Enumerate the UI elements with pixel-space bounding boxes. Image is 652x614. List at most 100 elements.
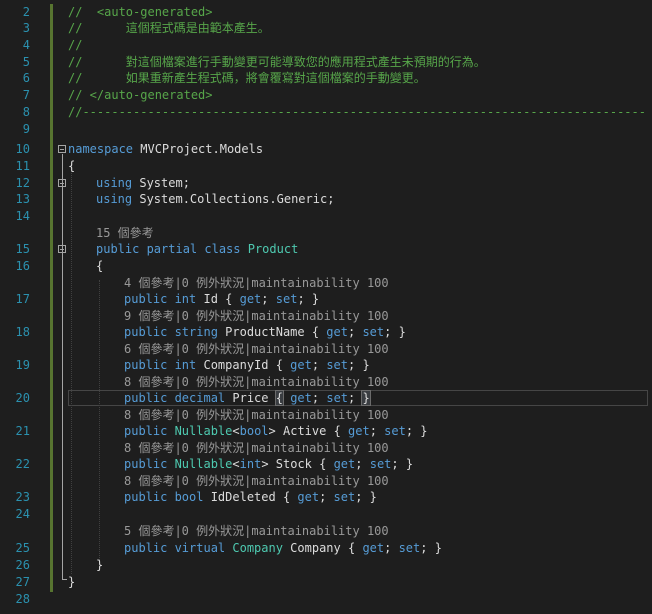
code-line[interactable]: public Nullable<int> Stock { get; set; } [124, 456, 413, 472]
code-text: { [68, 159, 76, 173]
code-line[interactable]: // 如果重新產生程式碼，將會覆寫對這個檔案的手動變更。 [68, 70, 426, 86]
code-text: ; [369, 424, 385, 438]
code-line[interactable]: public bool IdDeleted { get; set; } [124, 489, 377, 505]
code-line[interactable]: { [96, 258, 103, 274]
code-text: ; } [297, 292, 320, 306]
code-text: } [96, 558, 104, 572]
codelens-iddeleted[interactable]: 8 個參考|0 例外狀況|maintainability 100 [124, 473, 389, 489]
code-text: ; [311, 358, 327, 372]
codelens-stock[interactable]: 8 個參考|0 例外狀況|maintainability 100 [124, 440, 389, 456]
code-line[interactable]: } [96, 557, 103, 573]
keyword: public virtual [124, 541, 226, 555]
collapse-namespace-icon[interactable] [58, 145, 66, 153]
code-line[interactable]: { [68, 158, 75, 174]
comment-text: // [68, 38, 83, 52]
code-line[interactable]: } [68, 574, 75, 590]
comment-text: // 如果重新產生程式碼，將會覆寫對這個檔案的手動變更。 [68, 71, 426, 85]
code-line[interactable]: public int Id { get; set; } [124, 291, 319, 307]
code-text: ; } [355, 490, 377, 504]
line-number: 22 [15, 457, 30, 471]
code-text: ; [261, 292, 276, 306]
member-name: Company { [282, 541, 363, 555]
collapse-class-icon[interactable] [58, 245, 66, 253]
line-number: 4 [22, 38, 30, 52]
type-name: Company [225, 541, 283, 555]
codelens-companyid[interactable]: 6 個參考|0 例外狀況|maintainability 100 [124, 341, 389, 357]
code-line[interactable]: public virtual Company Company { get; se… [124, 540, 442, 556]
code-text: ; [311, 391, 327, 405]
line-number: 20 [15, 391, 30, 405]
line-number: 13 [15, 192, 30, 206]
line-number: 5 [22, 55, 30, 69]
code-text: System.Collections.Generic; [132, 192, 335, 206]
line-number: 10 [15, 142, 30, 156]
code-text: ; [348, 391, 363, 405]
matched-brace-open: { [274, 390, 285, 406]
indent-guide [71, 164, 73, 574]
keyword: using [96, 192, 133, 206]
line-number: 9 [22, 122, 30, 136]
line-number: 21 [15, 424, 30, 438]
code-line[interactable]: // 對這個檔案進行手動變更可能導致您的應用程式產生未預期的行為。 [68, 54, 486, 70]
keyword: public int [124, 292, 197, 306]
code-line[interactable]: // <auto-generated> [68, 4, 213, 20]
code-text: ; [347, 325, 363, 339]
codelens-company[interactable]: 5 個參考|0 例外狀況|maintainability 100 [124, 523, 389, 539]
line-number: 7 [22, 88, 30, 102]
comment-text: // 對這個檔案進行手動變更可能導致您的應用程式產生未預期的行為。 [68, 55, 486, 69]
code-line[interactable]: using System.Collections.Generic; [96, 191, 334, 207]
accessor-get: get [333, 457, 356, 471]
line-number: 28 [15, 592, 30, 606]
code-line[interactable]: //--------------------------------------… [68, 104, 646, 120]
code-line[interactable]: public Nullable<bool> Active { get; set;… [124, 423, 428, 439]
accessor-get: get [362, 541, 385, 555]
line-number: 8 [22, 105, 30, 119]
comment-text: // </auto-generated> [68, 88, 213, 102]
code-line[interactable]: // 這個程式碼是由範本產生。 [68, 20, 270, 36]
code-line[interactable]: // [68, 37, 82, 53]
matched-brace-close: } [361, 390, 371, 406]
keyword: public [124, 424, 168, 438]
member-name: Price [225, 391, 276, 405]
code-text: } [68, 575, 76, 589]
codelens-id[interactable]: 4 個參考|0 例外狀況|maintainability 100 [124, 275, 389, 291]
accessor-get: get [348, 424, 370, 438]
accessor-set: set [326, 358, 348, 372]
keyword: public decimal [124, 391, 226, 405]
line-number: 15 [15, 242, 30, 256]
codelens-price[interactable]: 8 個參考|0 例外狀況|maintainability 100 [124, 374, 389, 390]
code-line[interactable]: public int CompanyId { get; set; } [124, 357, 370, 373]
accessor-set: set [398, 541, 421, 555]
comment-text: //--------------------------------------… [68, 105, 646, 119]
generic-close: > [261, 457, 269, 471]
comment-text: // 這個程式碼是由範本產生。 [68, 21, 270, 35]
code-text: ; [319, 490, 334, 504]
code-editor[interactable]: 2 // <auto-generated> 3 // 這個程式碼是由範本產生。 4 // 5… [0, 0, 652, 614]
keyword: using [96, 176, 133, 190]
code-line[interactable]: public string ProductName { get; set; } [124, 324, 406, 340]
code-text: ; } [420, 541, 442, 555]
member-name: Active { [275, 424, 349, 438]
code-text: ; } [391, 457, 414, 471]
code-line[interactable]: namespace MVCProject.Models [68, 141, 263, 157]
code-text: ; [384, 541, 399, 555]
line-number: 26 [15, 558, 30, 572]
line-number: 23 [15, 490, 30, 504]
codelens-productname[interactable]: 9 個參考|0 例外狀況|maintainability 100 [124, 308, 389, 324]
generic-open: < [232, 457, 240, 471]
code-line[interactable]: public decimal Price { get; set; } [124, 390, 371, 406]
line-number: 17 [15, 292, 30, 306]
accessor-set: set [369, 457, 392, 471]
accessor-set: set [384, 424, 406, 438]
line-number: 11 [15, 159, 30, 173]
line-number: 3 [22, 21, 30, 35]
code-line[interactable]: public partial class Product [96, 241, 298, 257]
code-line[interactable]: using System; [96, 175, 190, 191]
code-line[interactable]: // </auto-generated> [68, 87, 213, 103]
code-text: { [96, 259, 104, 273]
collapse-usings-icon[interactable] [58, 179, 66, 187]
accessor-set: set [362, 325, 385, 339]
comment-text: // <auto-generated> [68, 5, 213, 19]
codelens-product[interactable]: 15 個參考 [96, 225, 154, 241]
codelens-active[interactable]: 8 個參考|0 例外狀況|maintainability 100 [124, 407, 389, 423]
